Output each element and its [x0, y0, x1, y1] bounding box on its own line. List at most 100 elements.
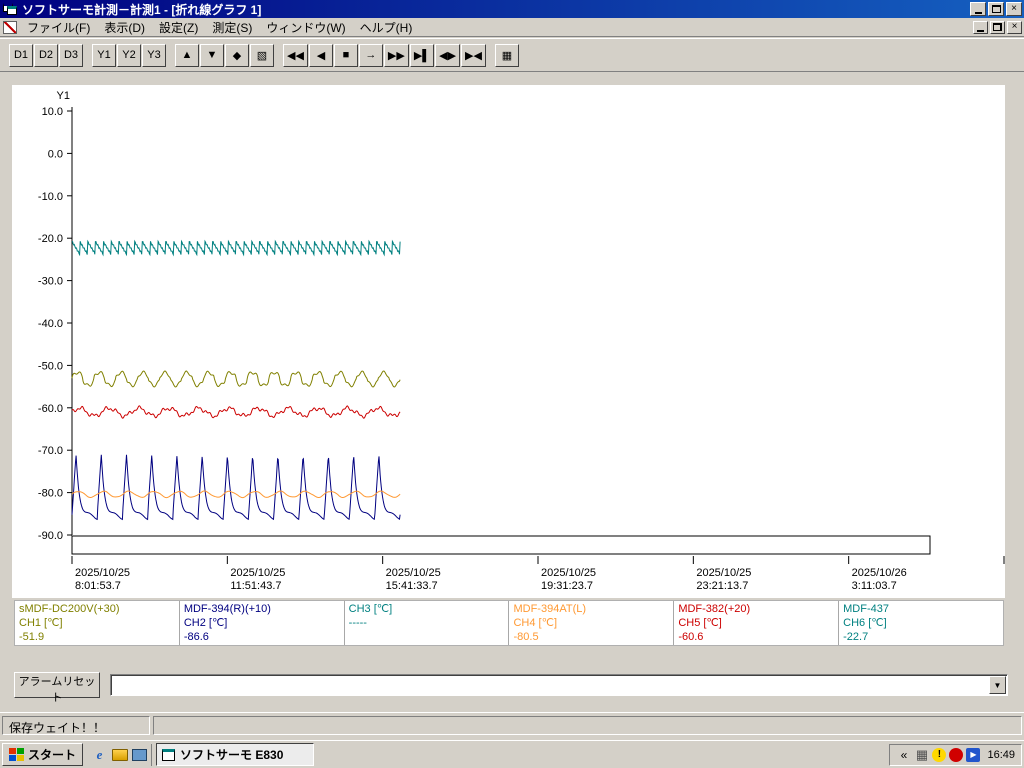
channel-label: CH2 [℃] — [183, 617, 228, 629]
x-tick-time: 11:51:43.7 — [230, 580, 281, 592]
x-tick-date: 2025/10/25 — [75, 567, 130, 579]
x-tick-time: 19:31:23.7 — [541, 580, 593, 592]
fast-forward-button[interactable]: ▶▶ — [383, 43, 409, 67]
menu-measure[interactable]: 測定(S) — [205, 17, 259, 38]
y-axis-title: Y1 — [57, 90, 70, 102]
channel-name: MDF-437 — [843, 603, 889, 615]
d1-button[interactable]: D1 — [9, 43, 33, 67]
window-title: ソフトサーモ計測－計測1 - [折れ線グラフ 1] — [22, 2, 262, 17]
x-tick-date: 2025/10/26 — [852, 567, 907, 579]
taskbar: スタート e ソフトサーモ E830 «▦! ▶ 16:49 — [0, 740, 1024, 768]
channel-value: -60.6 — [678, 631, 704, 643]
line-graph-panel: 10.0 0.0 -10.0 -20.0 -30.0 -40.0 -50.0 -60.0 -70… — [12, 85, 1005, 598]
menu-items: ファイル(F) 表示(D) 設定(Z) 測定(S) ウィンドウ(W) ヘルプ(H) — [20, 17, 973, 38]
graph-document-icon[interactable] — [3, 20, 17, 34]
channel-legend-ch1: sMDF-DC200V(+30) CH1 [℃] -51.9 — [15, 601, 180, 645]
x-tick-time: 15:41:33.7 — [386, 580, 438, 592]
channel-legend-ch3: CH3 [℃] ----- — [345, 601, 510, 645]
channel-value: -86.6 — [183, 631, 209, 643]
media-player-tray-icon[interactable]: ▶ — [966, 747, 981, 762]
menu-view[interactable]: 表示(D) — [97, 17, 152, 38]
y-tick-label: -40.0 — [38, 318, 63, 330]
y-tick-label: -20.0 — [38, 233, 63, 245]
stop-button[interactable]: ■ — [333, 43, 358, 67]
channel-legend-ch6: MDF-437 CH6 [℃] -22.7 — [839, 601, 1003, 645]
show-desktop-icon[interactable] — [132, 748, 148, 761]
hide-tray-icons-chevron-icon[interactable]: « — [896, 747, 911, 762]
windows-logo-icon — [9, 748, 24, 761]
trace-ch5 — [71, 405, 401, 419]
close-button[interactable]: × — [1006, 2, 1022, 16]
menu-help[interactable]: ヘルプ(H) — [353, 17, 420, 38]
scroll-down-button[interactable]: ▼ — [200, 43, 224, 67]
step-forward-button[interactable]: → — [358, 43, 383, 67]
title-bar: ソフトサーモ計測－計測1 - [折れ線グラフ 1] × — [0, 0, 1024, 18]
menu-file[interactable]: ファイル(F) — [20, 17, 97, 38]
alarm-reset-button[interactable]: アラームリセット — [14, 672, 100, 704]
y-tick-label: -50.0 — [38, 360, 63, 372]
status-message: 保存ウェイト！！ — [2, 716, 150, 735]
zoom-reset-button[interactable]: ▧ — [250, 43, 274, 67]
folder-icon[interactable] — [112, 748, 129, 761]
channel-legend-ch5: MDF-382(+20) CH5 [℃] -60.6 — [674, 601, 840, 645]
expand-time-button[interactable]: ◀▶ — [435, 43, 461, 67]
app-icon[interactable] — [2, 2, 18, 16]
y-tick-label: -30.0 — [38, 276, 63, 288]
compress-time-button[interactable]: ▶◀ — [461, 43, 486, 67]
y-tick-label: -80.0 — [38, 488, 63, 500]
step-back-button[interactable]: ◀ — [308, 43, 333, 67]
channel-value: -80.5 — [513, 631, 539, 643]
ie-icon[interactable]: e — [91, 747, 108, 763]
mdi-restore-button[interactable] — [990, 20, 1005, 34]
scroll-up-button[interactable]: ▲ — [175, 43, 199, 67]
channel-label: CH3 [℃] — [348, 603, 393, 615]
tray-icons: «▦! ▶ — [896, 747, 981, 762]
channel-value: -51.9 — [19, 631, 45, 643]
status-bar: 保存ウェイト！！ — [0, 712, 1024, 738]
menu-window[interactable]: ウィンドウ(W) — [259, 17, 352, 38]
start-button[interactable]: スタート — [2, 743, 84, 766]
antivirus-tray-icon[interactable] — [949, 747, 964, 762]
keyboard-layout-icon[interactable]: ▦ — [914, 747, 929, 762]
mdi-close-button[interactable]: × — [1007, 20, 1022, 34]
channel-legend: sMDF-DC200V(+30) CH1 [℃] -51.9 MDF-394(R… — [14, 600, 1004, 646]
fit-vertical-button[interactable]: ◆ — [225, 43, 249, 67]
taskbar-task-button[interactable]: ソフトサーモ E830 — [156, 743, 315, 766]
application-window: ソフトサーモ計測－計測1 - [折れ線グラフ 1] × ファイル(F) 表示(D)… — [0, 0, 1024, 768]
rewind-button[interactable]: ◀◀ — [283, 43, 308, 67]
minimize-button[interactable] — [970, 2, 986, 16]
menu-bar: ファイル(F) 表示(D) 設定(Z) 測定(S) ウィンドウ(W) ヘルプ(H) × — [0, 18, 1024, 37]
menu-settings[interactable]: 設定(Z) — [152, 17, 205, 38]
toolbar-group-arrows: ▲ ▼ ◆ ▧ — [175, 43, 274, 67]
y1-button[interactable]: Y1 — [92, 43, 116, 67]
toolbar: D1 D2 D3 Y1 Y2 Y3 ▲ ▼ ◆ ▧ ◀◀ ◀ ■ → ▶▶ ▶▌ ◀▶ ▶◀ ▦ — [0, 38, 1024, 72]
channel-value: -22.7 — [843, 631, 869, 643]
channel-name: MDF-394(R)(+10) — [183, 603, 271, 615]
task-app-icon — [162, 748, 176, 761]
go-to-latest-button[interactable]: ▶▌ — [409, 43, 435, 67]
channel-name: sMDF-DC200V(+30) — [19, 603, 120, 615]
d2-button[interactable]: D2 — [34, 43, 58, 67]
toolbar-group-transport: ◀◀ ◀ ■ → ▶▶ ▶▌ ◀▶ ▶◀ — [283, 43, 486, 67]
alarm-message-combobox[interactable]: ▼ — [110, 674, 1008, 696]
graph-list-button[interactable]: ▦ — [494, 43, 519, 67]
time-range-box[interactable] — [71, 535, 931, 555]
channel-legend-ch4: MDF-394AT(L) CH4 [℃] -80.5 — [509, 601, 675, 645]
warning-tray-icon[interactable]: ! — [932, 747, 947, 762]
channel-label: CH4 [℃] — [513, 617, 558, 629]
y-tick-label: -90.0 — [38, 530, 63, 542]
y2-button[interactable]: Y2 — [117, 43, 141, 67]
x-tick-date: 2025/10/25 — [230, 567, 285, 579]
combo-dropdown-arrow-icon[interactable]: ▼ — [989, 676, 1006, 694]
taskbar-clock: 16:49 — [987, 748, 1015, 761]
toolbar-group-axis: Y1 Y2 Y3 — [92, 43, 166, 67]
mdi-minimize-button[interactable] — [973, 20, 988, 34]
maximize-button[interactable] — [988, 2, 1004, 16]
y-tick-label: 0.0 — [48, 148, 63, 160]
x-tick-time: 23:21:13.7 — [696, 580, 748, 592]
channel-value: ----- — [348, 617, 367, 629]
d3-button[interactable]: D3 — [59, 43, 83, 67]
channel-label: CH6 [℃] — [843, 617, 887, 629]
y3-button[interactable]: Y3 — [142, 43, 166, 67]
x-tick-time: 3:11:03.7 — [852, 580, 897, 592]
